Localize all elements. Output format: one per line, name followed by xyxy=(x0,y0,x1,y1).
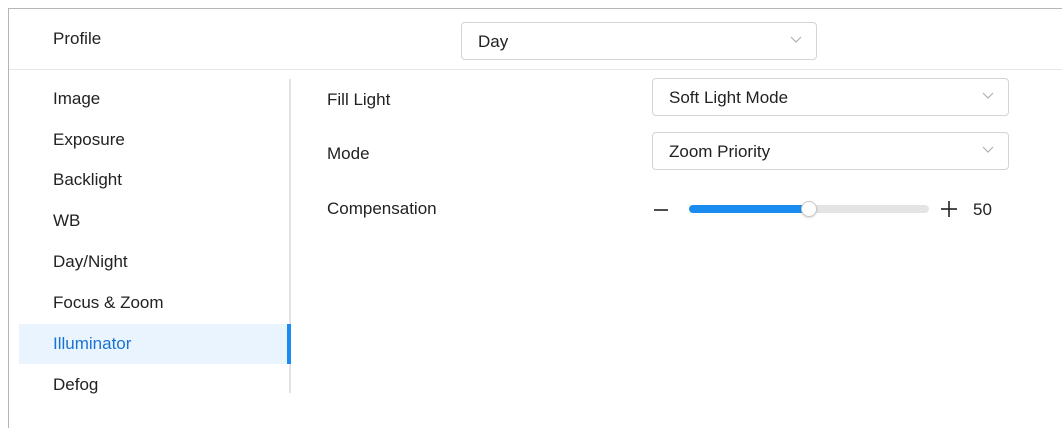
sidebar-item-label: Exposure xyxy=(53,130,125,149)
sidebar-menu: Image Exposure Backlight WB Day/Night Fo… xyxy=(19,79,291,395)
slider-fill xyxy=(689,205,809,213)
sidebar-item-label: WB xyxy=(53,211,81,230)
profile-row: Profile Day xyxy=(9,9,1062,70)
sidebar-item-label: Defog xyxy=(53,375,99,394)
sidebar-item-label: Backlight xyxy=(53,170,122,189)
sidebar-item-day-night[interactable]: Day/Night xyxy=(19,242,291,282)
compensation-slider[interactable] xyxy=(689,198,929,220)
active-item-indicator xyxy=(287,324,291,364)
fill-light-select-value: Soft Light Mode xyxy=(669,88,789,107)
chevron-down-icon xyxy=(788,31,804,47)
slider-thumb[interactable] xyxy=(801,201,817,217)
mode-select-value: Zoom Priority xyxy=(669,142,771,161)
compensation-label: Compensation xyxy=(327,199,437,218)
sidebar-item-image[interactable]: Image xyxy=(19,79,291,119)
sidebar-item-backlight[interactable]: Backlight xyxy=(19,160,291,200)
sidebar-item-defog[interactable]: Defog xyxy=(19,365,291,405)
fill-light-label: Fill Light xyxy=(327,90,391,109)
sidebar-item-wb[interactable]: WB xyxy=(19,201,291,241)
sidebar-item-illuminator[interactable]: Illuminator xyxy=(19,324,291,364)
sidebar-item-focus-zoom[interactable]: Focus & Zoom xyxy=(19,283,291,323)
profile-select-value: Day xyxy=(478,32,509,51)
mode-select[interactable]: Zoom Priority xyxy=(652,132,1009,170)
sidebar-item-label: Day/Night xyxy=(53,252,128,271)
compensation-value: 50 xyxy=(973,200,992,219)
sidebar-item-label: Focus & Zoom xyxy=(53,293,164,312)
fill-light-select[interactable]: Soft Light Mode xyxy=(652,78,1009,116)
sidebar-item-label: Image xyxy=(53,89,101,108)
plus-icon[interactable] xyxy=(939,199,959,219)
settings-panel: Profile Day Image Exposure Backlight WB … xyxy=(8,8,1062,428)
chevron-down-icon xyxy=(980,87,996,103)
sidebar-item-label: Illuminator xyxy=(53,334,132,353)
sidebar-item-exposure[interactable]: Exposure xyxy=(19,120,291,160)
profile-select[interactable]: Day xyxy=(461,22,817,60)
minus-icon[interactable] xyxy=(653,202,669,218)
mode-label: Mode xyxy=(327,144,370,163)
chevron-down-icon xyxy=(980,141,996,157)
profile-label: Profile xyxy=(53,29,102,48)
